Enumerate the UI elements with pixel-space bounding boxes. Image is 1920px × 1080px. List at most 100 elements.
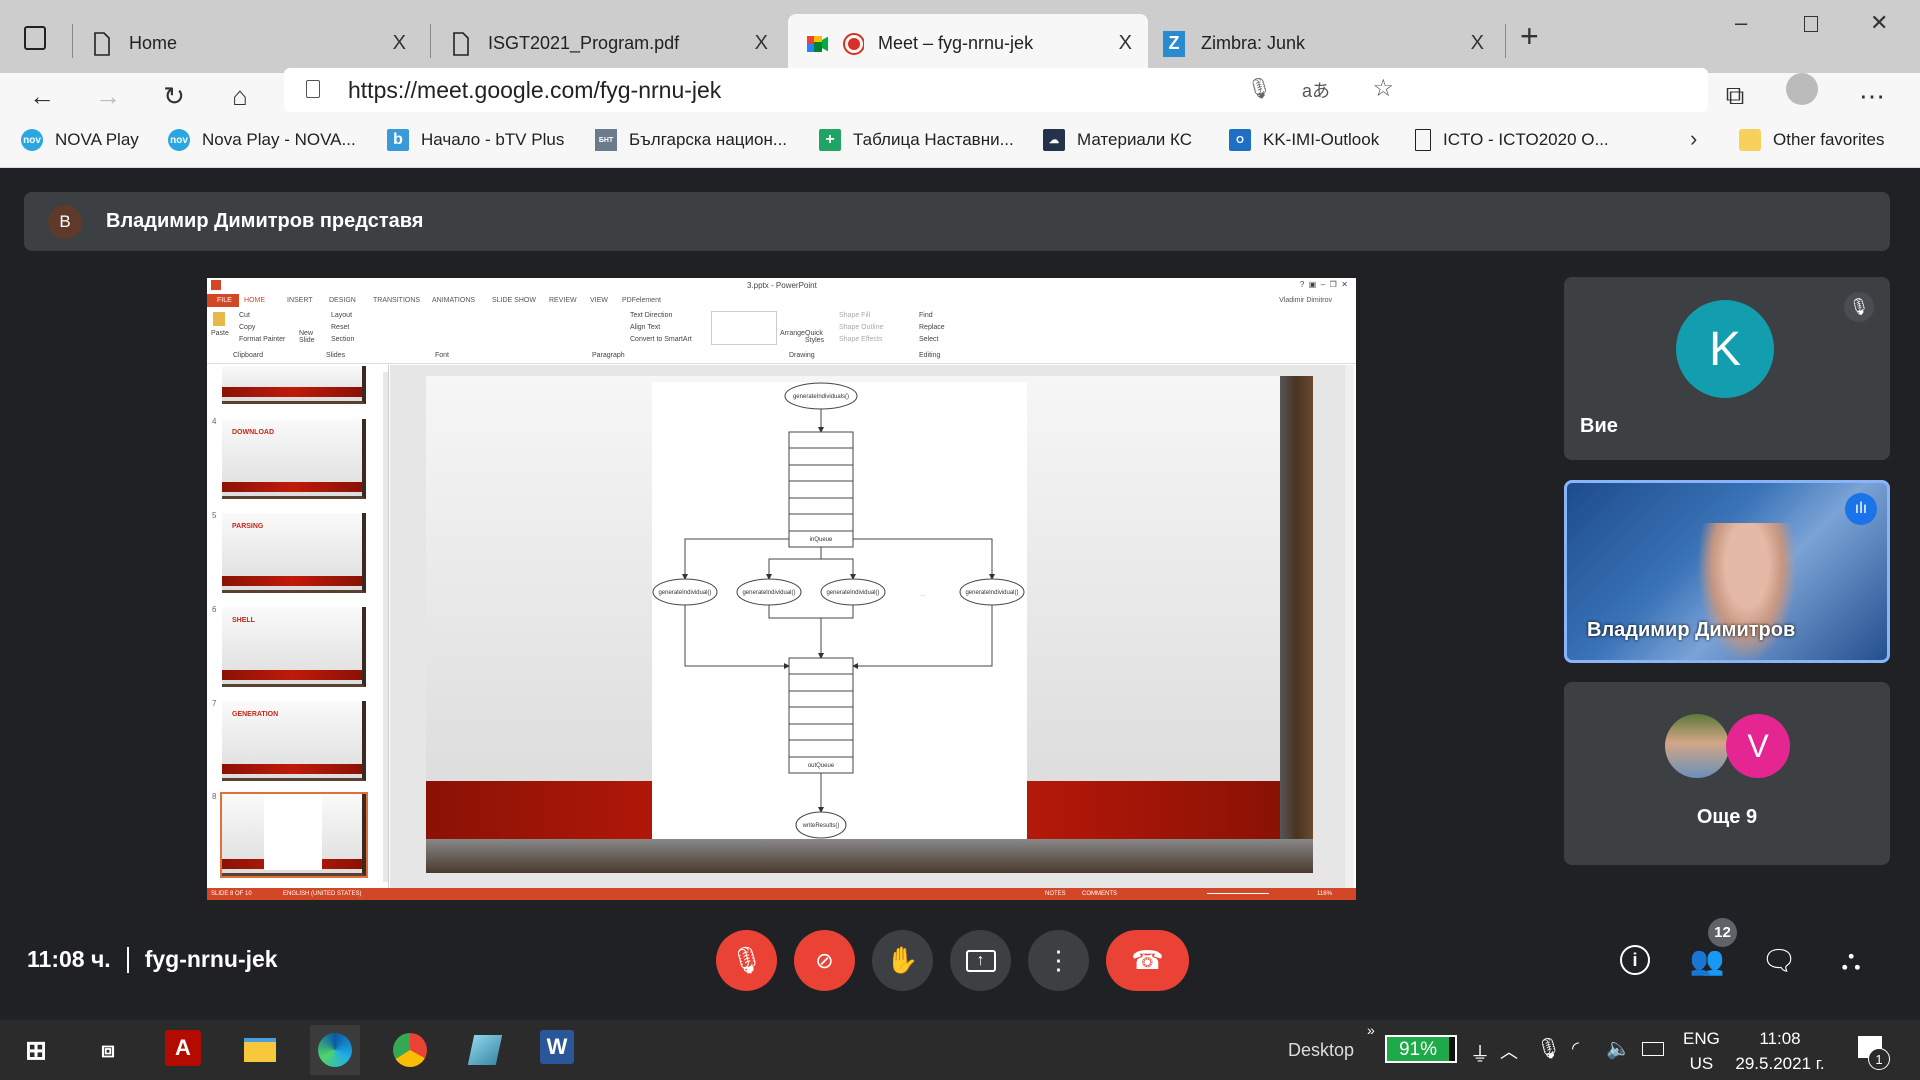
wifi-icon[interactable]: ◜ [1572, 1038, 1579, 1059]
ribbon-tab-view[interactable]: VIEW [590, 297, 608, 304]
raise-hand-button[interactable]: ✋ [872, 930, 933, 991]
desktop-toolbar-label[interactable]: Desktop [1288, 1040, 1354, 1061]
camera-toggle-button[interactable]: ⊘ [794, 930, 855, 991]
bookmark[interactable]: nov NOVA Play [21, 128, 139, 152]
tab-zimbra[interactable]: Z Zimbra: Junk X [1151, 14, 1500, 73]
participant-tile-self[interactable]: K 🎙 Вие [1564, 277, 1890, 460]
close-window-button[interactable]: ✕ [1870, 10, 1888, 36]
file-explorer-taskbar-icon[interactable] [240, 1030, 280, 1070]
more-menu-icon[interactable]: ⋯ [1852, 76, 1892, 116]
minimize-button[interactable]: – [1735, 10, 1747, 36]
tab-home[interactable]: Home X [73, 14, 422, 73]
ppt-window-controls[interactable]: ? ▣ – ❐ ✕ [1300, 280, 1348, 289]
align-text-button[interactable]: Align Text [630, 324, 660, 331]
collections-icon[interactable]: ⧉ [1715, 76, 1755, 116]
refresh-button[interactable]: ↻ [154, 76, 194, 116]
profile-avatar[interactable] [1786, 73, 1818, 105]
bookmark[interactable]: b Начало - bTV Plus [387, 128, 564, 152]
mic-toggle-button[interactable]: 🎙 [716, 930, 777, 991]
toolbar-expand-icon[interactable]: » [1367, 1022, 1375, 1038]
bookmark[interactable]: ☁ Материали КС [1043, 128, 1192, 152]
layout-button[interactable]: Layout [331, 312, 352, 319]
input-language[interactable]: ENG US [1683, 1026, 1720, 1076]
home-button[interactable]: ⌂ [220, 76, 260, 116]
acrobat-taskbar-icon[interactable]: A [165, 1030, 201, 1066]
ribbon-tab-review[interactable]: REVIEW [549, 297, 577, 304]
language-status[interactable]: ENGLISH (UNITED STATES) [283, 891, 361, 897]
chat-button[interactable]: 🗨 [1759, 940, 1799, 980]
shapes-gallery[interactable] [711, 311, 777, 345]
participant-tile-speaker[interactable]: ılı Владимир Димитров [1564, 480, 1890, 663]
more-options-button[interactable]: ⋮ [1028, 930, 1089, 991]
copy-button[interactable]: Copy [239, 324, 255, 331]
translate-icon[interactable]: aあ [1302, 77, 1330, 103]
slide-thumbnail[interactable]: 7 GENERATION [212, 699, 366, 781]
bookmark[interactable]: БНТ Българска национ... [595, 128, 787, 152]
close-tab-icon[interactable]: X [755, 32, 768, 55]
clock[interactable]: 11:08 29.5.2021 г. [1730, 1026, 1830, 1076]
select-button[interactable]: Select [919, 336, 938, 343]
meeting-details-button[interactable]: i [1615, 940, 1655, 980]
slide-thumbnail[interactable]: 5 PARSING [212, 511, 366, 593]
tab-pdf[interactable]: ISGT2021_Program.pdf X [432, 14, 784, 73]
ribbon-tab-file[interactable]: FILE [207, 294, 239, 307]
microphone-icon[interactable]: 🎙 [1247, 76, 1272, 101]
battery-indicator[interactable]: 91% [1385, 1035, 1457, 1063]
close-tab-icon[interactable]: X [1119, 32, 1132, 55]
format-painter-button[interactable]: Format Painter [239, 336, 285, 343]
address-bar[interactable]: https://meet.google.com/fyg-nrnu-jek 🎙 a… [284, 68, 1708, 112]
shape-effects-button[interactable]: Shape Effects [839, 336, 882, 343]
thumbnail-scrollbar[interactable] [383, 372, 388, 882]
ribbon-tab-transitions[interactable]: TRANSITIONS [373, 297, 420, 304]
battery-tray-icon[interactable] [1642, 1042, 1664, 1056]
bookmark[interactable]: ICTO - ICTO2020 O... [1415, 128, 1609, 152]
text-direction-button[interactable]: Text Direction [630, 312, 672, 319]
participant-tile-others[interactable]: V Още 9 [1564, 682, 1890, 865]
close-tab-icon[interactable]: X [393, 32, 406, 55]
present-button[interactable]: ↑ [950, 930, 1011, 991]
activities-button[interactable]: ⛬ [1831, 940, 1871, 980]
zoom-level[interactable]: 116% [1317, 891, 1332, 897]
zoom-slider[interactable] [1207, 893, 1269, 894]
other-favorites[interactable]: Other favorites [1739, 128, 1885, 152]
comments-button[interactable]: COMMENTS [1082, 891, 1117, 897]
leave-call-button[interactable]: ☎ [1106, 930, 1189, 991]
new-slide-button[interactable]: New Slide [299, 330, 321, 344]
maximize-button[interactable] [1804, 16, 1818, 32]
slide-thumbnail-selected[interactable]: 8 [212, 792, 368, 878]
reset-button[interactable]: Reset [331, 324, 349, 331]
convert-smartart-button[interactable]: Convert to SmartArt [630, 336, 692, 343]
tab-actions-icon[interactable] [24, 26, 46, 50]
bookmark[interactable]: + Таблица Наставни... [819, 128, 1014, 152]
volume-icon[interactable]: 🔈 [1606, 1036, 1631, 1061]
ribbon-tab-pdfelement[interactable]: PDFelement [622, 297, 661, 304]
quick-styles-button[interactable]: Quick Styles [805, 330, 824, 344]
find-button[interactable]: Find [919, 312, 933, 319]
ribbon-tab-home[interactable]: HOME [244, 297, 265, 304]
more-bookmarks-chevron-icon[interactable]: › [1690, 126, 1697, 152]
bookmark[interactable]: O KK-IMI-Outlook [1229, 128, 1379, 152]
word-taskbar-icon[interactable]: W [540, 1030, 574, 1064]
ribbon-tab-design[interactable]: DESIGN [329, 297, 356, 304]
forward-button[interactable]: → [88, 76, 128, 116]
slide-thumbnail[interactable]: 6 SHELL [212, 605, 366, 687]
add-favorite-icon[interactable]: ☆ [1372, 74, 1394, 103]
app-taskbar-icon[interactable] [465, 1030, 505, 1070]
shape-outline-button[interactable]: Shape Outline [839, 324, 883, 331]
arrange-button[interactable]: Arrange [780, 330, 805, 337]
task-view-button[interactable]: ⧈ [88, 1030, 128, 1070]
ribbon-tab-animations[interactable]: ANIMATIONS [432, 297, 475, 304]
cut-button[interactable]: Cut [239, 312, 250, 319]
tab-meet[interactable]: Meet – fyg-nrnu-jek X [788, 14, 1148, 73]
section-button[interactable]: Section [331, 336, 354, 343]
back-button[interactable]: ← [22, 76, 62, 116]
replace-button[interactable]: Replace [919, 324, 945, 331]
bookmark[interactable]: nov Nova Play - NOVA... [168, 128, 356, 152]
paste-button[interactable]: Paste [211, 330, 229, 337]
new-tab-button[interactable]: + [1520, 18, 1539, 55]
microphone-tray-icon[interactable]: 🎙 [1536, 1036, 1561, 1061]
ribbon-tab-slideshow[interactable]: SLIDE SHOW [492, 297, 536, 304]
slide-thumbnail[interactable] [222, 366, 366, 404]
start-button[interactable]: ⊞ [16, 1030, 56, 1070]
close-tab-icon[interactable]: X [1471, 32, 1484, 55]
